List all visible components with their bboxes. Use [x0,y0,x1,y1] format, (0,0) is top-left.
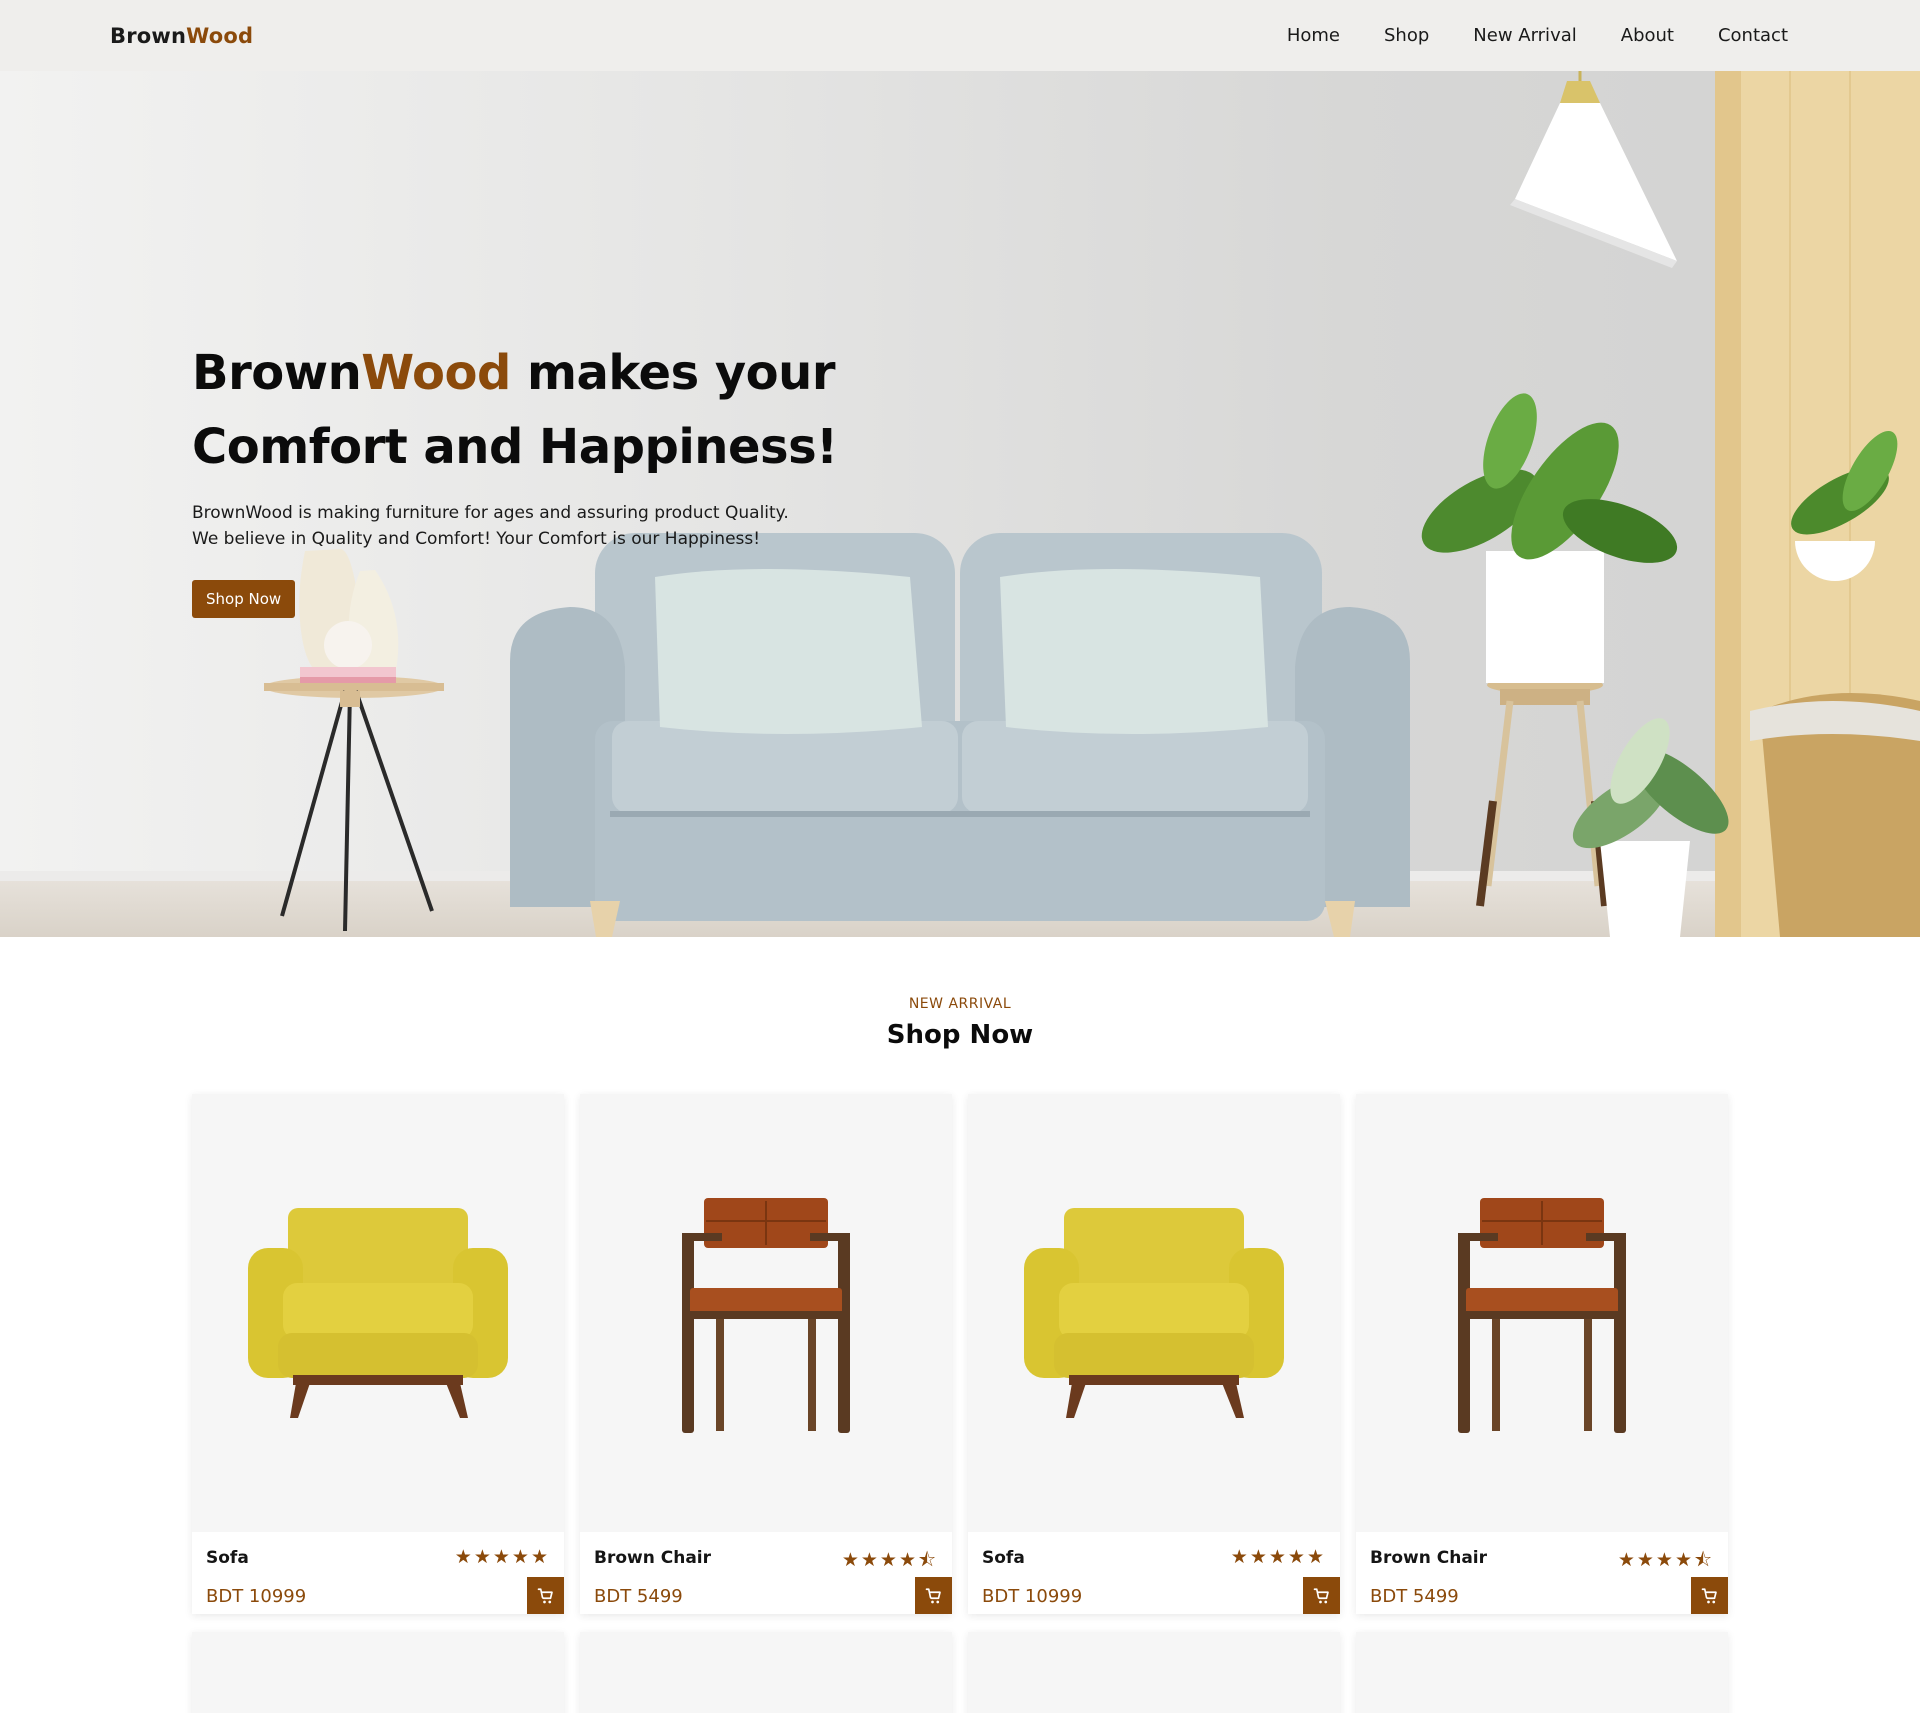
hero-headline-brand-1: Brown [192,345,362,401]
hero-headline-rest: makes your [510,345,836,401]
star-icon: ★ [841,1549,861,1571]
hero-banner: BrownWood makes your Comfort and Happine… [0,71,1920,937]
product-image-brown-chair[interactable] [580,1094,952,1532]
nav-shop[interactable]: Shop [1384,25,1429,46]
hero-headline-brand-2: Wood [361,345,511,401]
product-card-partial[interactable] [192,1632,564,1713]
product-image-placeholder [968,1632,1340,1713]
star-icon: ★ [879,1549,899,1571]
brand-part-1: Brown [110,23,187,48]
add-to-cart-button[interactable] [1691,1577,1728,1614]
shop-now-button[interactable]: Shop Now [192,580,296,618]
hero-description-line-1: BrownWood is making furniture for ages a… [192,503,789,523]
star-icon: ★ [1287,1546,1307,1568]
shopping-cart-icon [1701,1587,1717,1603]
product-card-partial[interactable] [1356,1632,1728,1713]
star-icon: ★ [454,1546,474,1568]
hero-description-line-2: We believe in Quality and Comfort! Your … [192,529,761,549]
star-icon: ★ [1655,1549,1675,1571]
add-to-cart-button[interactable] [527,1577,564,1614]
product-name: Brown Chair [1370,1548,1488,1568]
product-info: Brown Chair ★★★★⯪ BDT 5499 [580,1532,952,1614]
nav-contact[interactable]: Contact [1718,25,1788,46]
product-rating: ★★★★⯪ [842,1546,938,1578]
product-card-partial[interactable] [968,1632,1340,1713]
product-image-placeholder [580,1632,952,1713]
hero-description: BrownWood is making furniture for ages a… [192,500,872,552]
half-star-icon: ⯪ [1694,1549,1714,1571]
half-star-icon: ⯪ [918,1549,938,1571]
product-info: Brown Chair ★★★★⯪ BDT 5499 [1356,1532,1728,1614]
product-info: Sofa ★★★★★ BDT 10999 [192,1532,564,1614]
product-price: BDT 10999 [982,1586,1083,1607]
product-name: Brown Chair [594,1548,712,1568]
star-icon: ★ [1617,1549,1637,1571]
nav-menu: Home Shop New Arrival About Contact [1287,25,1788,46]
product-card-partial[interactable] [580,1632,952,1713]
brown-chair-image [682,1198,850,1433]
product-image-placeholder [1356,1632,1728,1713]
add-to-cart-button[interactable] [1303,1577,1340,1614]
hero-headline-line-2: Comfort and Happiness! [192,419,838,475]
brown-chair-image [1458,1198,1626,1433]
yellow-armchair-image [248,1208,508,1418]
brand-part-2: Wood [186,23,254,48]
nav-about[interactable]: About [1621,25,1674,46]
star-icon: ★ [898,1549,918,1571]
product-image-brown-chair[interactable] [1356,1094,1728,1532]
add-to-cart-button[interactable] [915,1577,952,1614]
navbar: BrownWood Home Shop New Arrival About Co… [0,0,1920,71]
star-icon: ★ [473,1546,493,1568]
product-price: BDT 10999 [206,1586,307,1607]
product-card[interactable]: Brown Chair ★★★★⯪ BDT 5499 [580,1094,952,1614]
product-image-yellow-armchair[interactable] [192,1094,564,1532]
star-icon: ★ [1306,1546,1326,1568]
star-icon: ★ [530,1546,550,1568]
brand-logo[interactable]: BrownWood [110,24,253,48]
star-icon: ★ [1249,1546,1269,1568]
product-name: Sofa [982,1548,1025,1568]
star-icon: ★ [1674,1549,1694,1571]
shopping-cart-icon [537,1587,553,1603]
product-info: Sofa ★★★★★ BDT 10999 [968,1532,1340,1614]
product-grid-row-2 [192,1632,1728,1713]
hero-text-block: BrownWood makes your Comfort and Happine… [192,336,872,618]
product-name: Sofa [206,1548,249,1568]
star-icon: ★ [511,1546,531,1568]
product-price: BDT 5499 [1370,1586,1459,1607]
product-card[interactable]: Sofa ★★★★★ BDT 10999 [192,1094,564,1614]
product-rating: ★★★★★ [455,1546,550,1568]
shopping-cart-icon [1313,1587,1329,1603]
hero-headline: BrownWood makes your Comfort and Happine… [192,336,872,484]
shopping-cart-icon [925,1587,941,1603]
section-title: Shop Now [886,1020,1034,1050]
product-image-placeholder [192,1632,564,1713]
nav-new-arrival[interactable]: New Arrival [1473,25,1576,46]
product-image-yellow-armchair[interactable] [968,1094,1340,1532]
product-grid: Sofa ★★★★★ BDT 10999 Brown Chair ★★★★⯪ B… [192,1094,1728,1614]
star-icon: ★ [492,1546,512,1568]
section-eyebrow: NEW ARRIVAL [908,996,1012,1012]
star-icon: ★ [1230,1546,1250,1568]
star-icon: ★ [1268,1546,1288,1568]
product-card[interactable]: Brown Chair ★★★★⯪ BDT 5499 [1356,1094,1728,1614]
product-rating: ★★★★★ [1231,1546,1326,1568]
product-price: BDT 5499 [594,1586,683,1607]
nav-home[interactable]: Home [1287,25,1340,46]
yellow-armchair-image [1024,1208,1284,1418]
star-icon: ★ [1636,1549,1656,1571]
star-icon: ★ [860,1549,880,1571]
product-rating: ★★★★⯪ [1618,1546,1714,1578]
product-card[interactable]: Sofa ★★★★★ BDT 10999 [968,1094,1340,1614]
